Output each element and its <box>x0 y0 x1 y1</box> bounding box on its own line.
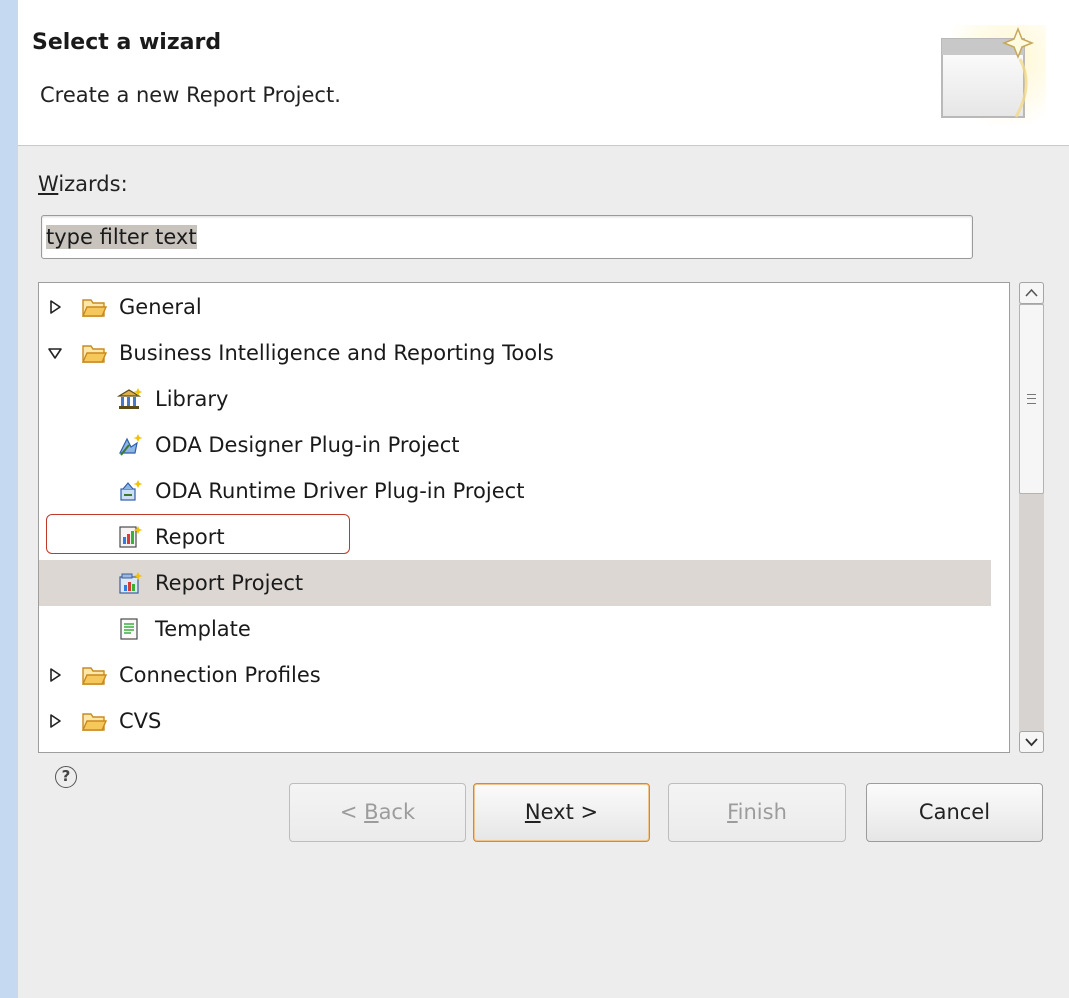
tree-item-label: Report Project <box>155 571 304 595</box>
tree-item-library[interactable]: Library <box>39 376 991 422</box>
wizard-tree[interactable]: General Business Intelligence and Report… <box>38 282 1010 753</box>
scrollbar-thumb[interactable] <box>1019 304 1044 494</box>
tree-item-cvs[interactable]: CVS <box>39 698 991 744</box>
wizards-label: Wizards: <box>38 172 128 196</box>
page-description: Create a new Report Project. <box>40 83 341 107</box>
wizards-label-mnemonic: W <box>38 172 59 196</box>
new-wizard-dialog: Select a wizard Create a new Report Proj… <box>18 0 1069 998</box>
tree-item-label: General <box>119 295 202 319</box>
oda-runtime-icon <box>120 480 143 501</box>
tree-item-label: CVS <box>119 709 162 733</box>
tree-item-oda-runtime[interactable]: ODA Runtime Driver Plug-in Project <box>39 468 991 514</box>
help-icon[interactable]: ? <box>55 766 77 788</box>
filter-input[interactable]: type filter text <box>41 215 973 259</box>
tree-item-report-project[interactable]: Report Project <box>39 560 991 606</box>
report-project-icon <box>119 572 143 594</box>
tree-item-general[interactable]: General <box>39 284 991 330</box>
tree-item-oda-designer[interactable]: ODA Designer Plug-in Project <box>39 422 991 468</box>
tree-item-label: ODA Designer Plug-in Project <box>155 433 460 457</box>
expand-arrow-icon[interactable] <box>47 667 63 683</box>
back-mnemonic: B <box>364 800 379 824</box>
next-mnemonic: N <box>524 800 541 824</box>
report-icon <box>119 526 143 548</box>
next-button[interactable]: Next > <box>473 783 650 842</box>
back-prefix: < <box>339 800 365 824</box>
folder-icon <box>81 713 107 731</box>
grip-icon <box>1027 394 1036 404</box>
folder-icon <box>81 667 107 685</box>
tree-item-report[interactable]: Report <box>39 514 991 560</box>
back-rest: ack <box>378 800 416 824</box>
wizard-header: Select a wizard Create a new Report Proj… <box>18 0 1069 146</box>
tree-vertical-scrollbar[interactable] <box>1014 282 1048 753</box>
finish-mnemonic: F <box>727 800 738 824</box>
next-rest: ext > <box>540 800 599 824</box>
wizards-label-rest: izards: <box>58 172 128 196</box>
tree-item-label: Business Intelligence and Reporting Tool… <box>119 341 554 365</box>
back-button[interactable]: < Back <box>289 783 466 842</box>
tree-item-label: Report <box>155 525 225 549</box>
tree-item-birt[interactable]: Business Intelligence and Reporting Tool… <box>39 330 991 376</box>
expand-arrow-icon[interactable] <box>47 299 63 315</box>
tree-item-template[interactable]: Template <box>39 606 991 652</box>
wizard-banner-icon <box>941 25 1046 125</box>
cancel-button[interactable]: Cancel <box>866 783 1043 842</box>
folder-open-icon <box>81 345 107 363</box>
oda-designer-icon <box>119 434 143 456</box>
tree-item-label: ODA Runtime Driver Plug-in Project <box>155 479 525 503</box>
tree-item-connection-profiles[interactable]: Connection Profiles <box>39 652 991 698</box>
finish-rest: inish <box>737 800 787 824</box>
wizard-tree-viewport: General Business Intelligence and Report… <box>39 283 991 752</box>
tree-item-label: Template <box>155 617 251 641</box>
folder-icon <box>81 299 107 317</box>
collapse-arrow-icon[interactable] <box>47 345 63 361</box>
library-icon <box>117 388 143 409</box>
filter-input-value: type filter text <box>46 225 197 249</box>
scroll-up-button[interactable] <box>1019 282 1044 304</box>
chevron-down-icon <box>1025 738 1038 747</box>
tree-item-label: Library <box>155 387 229 411</box>
scroll-down-button[interactable] <box>1019 731 1044 753</box>
page-title: Select a wizard <box>32 30 222 55</box>
finish-button[interactable]: Finish <box>668 783 846 842</box>
expand-arrow-icon[interactable] <box>47 713 63 729</box>
chevron-up-icon <box>1025 288 1038 297</box>
template-icon <box>120 618 138 640</box>
tree-item-label: Connection Profiles <box>119 663 321 687</box>
